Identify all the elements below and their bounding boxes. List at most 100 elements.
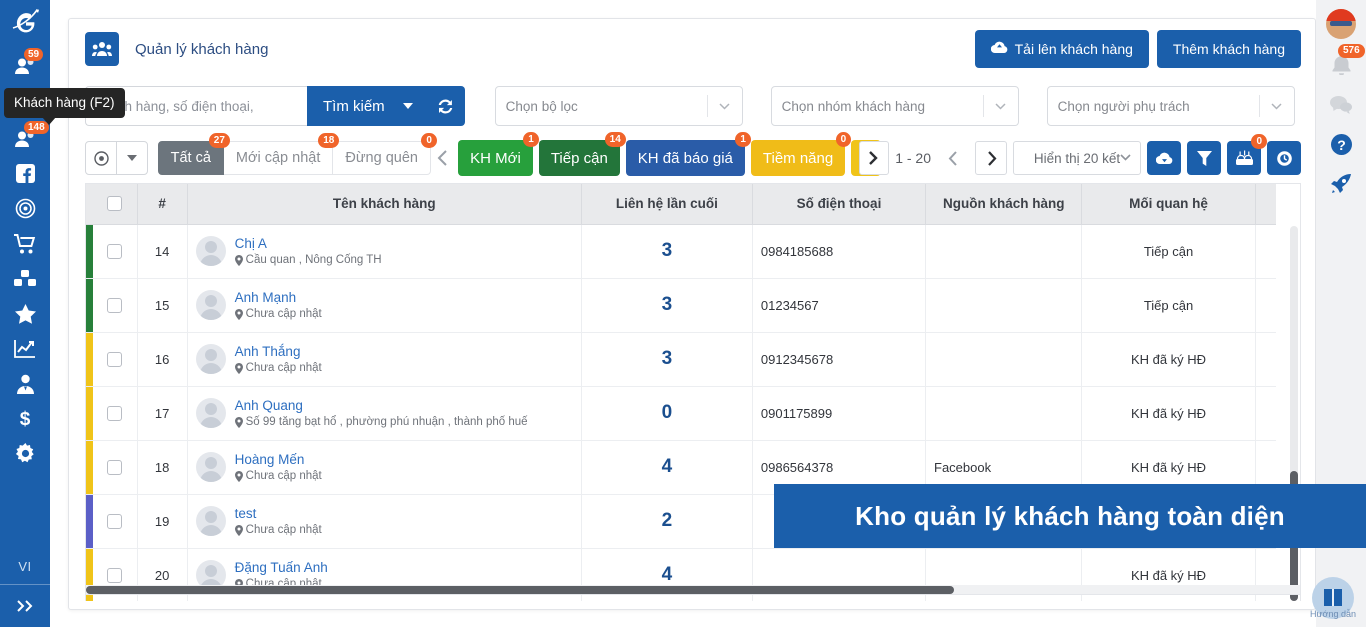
customer-name-link[interactable]: test — [235, 506, 322, 521]
table-row[interactable]: 16Anh ThắngChưa cập nhật30912345678KH đã… — [86, 332, 1276, 386]
radio-dot-icon[interactable] — [86, 142, 116, 174]
customer-name-link[interactable]: Đặng Tuấn Anh — [235, 560, 328, 575]
customer-name-link[interactable]: Anh Thắng — [235, 344, 322, 359]
row-checkbox[interactable] — [107, 460, 122, 475]
table-row[interactable]: 17 Anh Quang Số 99 tăng bạt hổ , phường ph… — [86, 386, 1276, 440]
download-button[interactable] — [1147, 141, 1181, 175]
pagination: 1 - 20 Hiển thị 20 kết — [881, 141, 1301, 175]
sidebar-item-facebook[interactable] — [0, 156, 50, 191]
row-status-stripe — [86, 386, 93, 440]
customer-address-text: Chưa cập nhật — [246, 470, 322, 482]
tab-tat-ca-badge: 27 — [209, 133, 230, 148]
table-horizontal-scroll-thumb[interactable] — [86, 586, 954, 594]
chevron-down-icon — [984, 87, 1018, 125]
tab-tat-ca[interactable]: Tất cả 27 — [158, 141, 224, 175]
sidebar-badge: 59 — [24, 48, 43, 61]
source-header[interactable]: Nguồn khách hàng — [926, 184, 1082, 224]
help-button[interactable]: ? — [1316, 124, 1366, 164]
sidebar-item-customers-148[interactable]: 148 — [0, 121, 50, 156]
group-select-value: Chọn nhóm khách hàng — [772, 99, 935, 114]
customer-avatar — [196, 398, 226, 428]
birthday-button[interactable]: 0 — [1227, 141, 1261, 175]
messages-button[interactable] — [1316, 84, 1366, 124]
view-mode-group — [85, 141, 148, 175]
pill-kh-moi-label: KH Mới — [470, 150, 521, 167]
sidebar-item-products[interactable] — [0, 261, 50, 296]
owner-select[interactable]: Chọn người phụ trách — [1047, 86, 1295, 126]
relationship-header[interactable]: Mối quan hệ — [1082, 184, 1255, 224]
table-row[interactable]: 15Anh MạnhChưa cập nhật301234567Tiếp cận — [86, 278, 1276, 332]
sidebar-item-employees[interactable] — [0, 366, 50, 401]
sidebar-item-orders[interactable] — [0, 226, 50, 261]
sidebar-item-favorites[interactable] — [0, 296, 50, 331]
index-header[interactable]: # — [137, 184, 187, 224]
row-checkbox[interactable] — [107, 352, 122, 367]
customer-name-link[interactable]: Hoàng Mến — [235, 452, 322, 467]
page-next-button[interactable] — [975, 141, 1007, 175]
row-source — [926, 278, 1082, 332]
history-button[interactable] — [1267, 141, 1301, 175]
filter-select[interactable]: Chọn bộ lọc — [495, 86, 743, 126]
table-row[interactable]: 14Chị ACầu quan , Nông Cống TH3098418568… — [86, 224, 1276, 278]
pill-tiep-can[interactable]: Tiếp cận 14 — [539, 140, 620, 176]
pill-tiem-nang-badge: 0 — [836, 132, 852, 147]
upload-customers-label: Tải lên khách hàng — [1015, 41, 1133, 57]
tab-dung-quen[interactable]: Đừng quên 0 — [333, 141, 431, 175]
select-all-checkbox[interactable] — [107, 196, 122, 211]
promo-banner-text: Kho quản lý khách hàng toàn diện — [855, 501, 1285, 532]
pill-tiem-nang[interactable]: Tiềm năng 0 — [751, 140, 845, 176]
customer-avatar — [196, 506, 226, 536]
row-checkbox[interactable] — [107, 298, 122, 313]
customer-name-link[interactable]: Anh Mạnh — [235, 290, 322, 305]
row-index: 17 — [137, 386, 187, 440]
sidebar-item-finance[interactable]: $ — [0, 401, 50, 436]
row-checkbox[interactable] — [107, 568, 122, 583]
tab-moi-cap-nhat[interactable]: Mới cập nhật 18 — [224, 141, 333, 175]
row-checkbox[interactable] — [107, 406, 122, 421]
row-checkbox-cell — [93, 224, 137, 278]
tab-dung-quen-label: Đừng quên — [345, 150, 418, 166]
sidebar-item-reports[interactable] — [0, 331, 50, 366]
phone-header[interactable]: Số điện thoại — [752, 184, 925, 224]
customer-address-text: Số 99 tăng bạt hổ , phường phú nhuận , t… — [246, 416, 528, 428]
sidebar-item-target[interactable] — [0, 191, 50, 226]
customer-name-link[interactable]: Anh Quang — [235, 398, 528, 413]
sidebar-collapse-button[interactable] — [0, 585, 50, 627]
last-contact-header[interactable]: Liên hệ lần cuối — [581, 184, 752, 224]
location-pin-icon — [235, 417, 243, 428]
add-customer-button[interactable]: Thêm khách hàng — [1157, 30, 1301, 68]
group-select[interactable]: Chọn nhóm khách hàng — [771, 86, 1019, 126]
name-header[interactable]: Tên khách hàng — [187, 184, 581, 224]
refresh-button[interactable] — [427, 86, 465, 126]
upload-customers-button[interactable]: Tải lên khách hàng — [975, 30, 1149, 68]
row-checkbox[interactable] — [107, 244, 122, 259]
customer-avatar — [196, 236, 226, 266]
language-indicator[interactable]: VI — [18, 559, 31, 584]
users-icon — [85, 32, 119, 66]
caret-down-icon[interactable] — [403, 103, 413, 109]
row-phone: 0901175899 — [752, 386, 925, 440]
location-pin-icon — [235, 525, 243, 536]
notifications-button[interactable]: 576 — [1316, 44, 1366, 84]
row-tail — [1255, 224, 1276, 278]
row-relationship-cell: Tiếp cận — [1082, 224, 1255, 278]
search-button[interactable]: Tìm kiếm — [307, 86, 427, 126]
pill-kh-da-bao-gia[interactable]: KH đã báo giá 1 — [626, 140, 745, 176]
pill-kh-moi[interactable]: KH Mới 1 — [458, 140, 533, 176]
guide-button[interactable]: Hướng dẫn — [1306, 577, 1360, 619]
row-name-cell: Chị ACầu quan , Nông Cống TH — [187, 224, 581, 278]
page-first-button[interactable] — [859, 141, 889, 175]
per-page-select[interactable]: Hiển thị 20 kết — [1013, 141, 1141, 175]
page-prev-button[interactable] — [937, 141, 969, 175]
customer-address-text: Chưa cập nhật — [246, 362, 322, 374]
table-horizontal-scrollbar[interactable] — [85, 585, 1301, 595]
user-avatar[interactable] — [1316, 4, 1366, 44]
filter-button[interactable] — [1187, 141, 1221, 175]
updates-button[interactable] — [1316, 164, 1366, 204]
sidebar-item-customers-59[interactable]: 59 — [0, 48, 50, 83]
customer-name-link[interactable]: Chị A — [235, 236, 382, 251]
sidebar-item-settings[interactable] — [0, 436, 50, 471]
app-logo[interactable] — [0, 0, 50, 48]
view-mode-caret[interactable] — [116, 142, 146, 174]
row-checkbox[interactable] — [107, 514, 122, 529]
